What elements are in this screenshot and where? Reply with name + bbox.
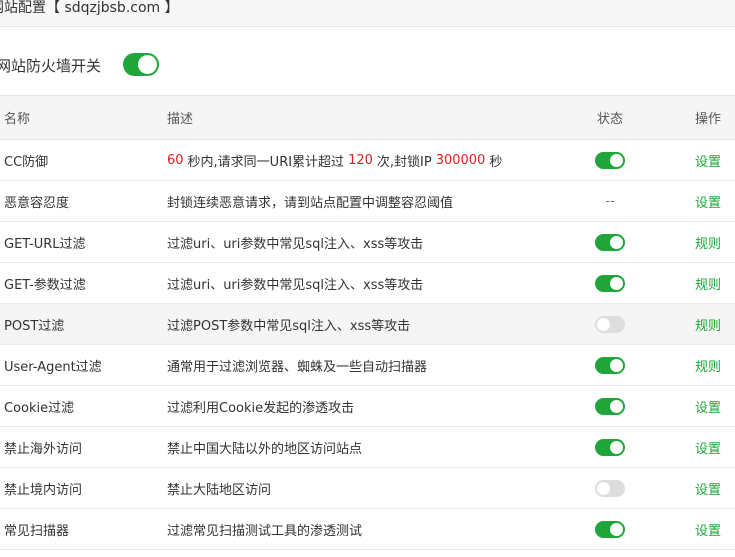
firewall-master-label: 网站防火墙开关	[0, 56, 102, 75]
cc-text: 秒内,请求同一URI累计超过	[187, 154, 345, 170]
rule-toggle[interactable]	[595, 438, 625, 456]
table-row: POST过滤 过滤POST参数中常见sql注入、xss等攻击 规则	[0, 304, 735, 345]
rule-name: 禁止境内访问	[4, 482, 83, 498]
toggle-knob	[610, 522, 623, 536]
rule-name: 禁止海外访问	[4, 441, 83, 457]
rule-state	[594, 140, 626, 180]
rule-state	[594, 263, 626, 303]
rule-toggle[interactable]	[595, 520, 625, 538]
rule-toggle[interactable]	[595, 274, 625, 292]
cc-text: 秒	[489, 154, 503, 170]
rule-state	[594, 386, 626, 426]
settings-link[interactable]: 设置	[695, 140, 721, 180]
rule-name: 恶意容忍度	[4, 195, 70, 211]
rules-link[interactable]: 规则	[695, 345, 721, 385]
rule-state	[594, 304, 626, 344]
toggle-knob	[597, 317, 610, 331]
toggle-knob	[138, 55, 157, 74]
column-header-op: 操作	[695, 112, 722, 127]
table-row: 恶意容忍度 封锁连续恶意请求，请到站点配置中调整容忍阈值 -- 设置	[0, 181, 735, 222]
rule-name: CC防御	[4, 154, 49, 170]
table-header: 名称 描述 状态 操作	[0, 96, 735, 140]
rule-toggle[interactable]	[595, 397, 625, 415]
rules-link[interactable]: 规则	[695, 304, 721, 344]
settings-link[interactable]: 设置	[695, 468, 721, 508]
rule-state	[594, 222, 626, 262]
rule-description: 60 秒内,请求同一URI累计超过 120 次,封锁IP 300000 秒	[167, 140, 502, 180]
rule-description: 过滤POST参数中常见sql注入、xss等攻击	[167, 318, 411, 334]
rule-description: 过滤uri、uri参数中常见sql注入、xss等攻击	[167, 236, 424, 252]
column-header-name: 名称	[4, 112, 31, 127]
table-row: 常见扫描器 过滤常见扫描测试工具的渗透测试 设置	[0, 509, 735, 550]
rules-link[interactable]: 规则	[695, 263, 721, 303]
rule-toggle[interactable]	[595, 479, 625, 497]
rule-description: 过滤uri、uri参数中常见sql注入、xss等攻击	[167, 277, 424, 293]
cc-value: 300000	[435, 152, 486, 168]
cc-value: 60	[167, 152, 184, 168]
rule-name: GET-参数过滤	[4, 277, 86, 293]
rule-state	[594, 345, 626, 385]
settings-link[interactable]: 设置	[695, 427, 721, 467]
table-row: CC防御 60 秒内,请求同一URI累计超过 120 次,封锁IP 300000 秒 设置	[0, 140, 735, 181]
rule-name: GET-URL过滤	[4, 236, 86, 252]
toggle-knob	[610, 276, 623, 290]
column-header-state: 状态	[596, 112, 623, 127]
title-bar: 网站配置【 sdqzjbsb.com 】	[0, 0, 735, 27]
rules-link[interactable]: 规则	[695, 222, 721, 262]
rule-toggle[interactable]	[595, 151, 625, 169]
rule-toggle[interactable]	[595, 356, 625, 374]
rule-name: User-Agent过滤	[4, 359, 102, 375]
rule-description: 禁止中国大陆以外的地区访问站点	[167, 441, 363, 457]
toggle-knob	[610, 358, 623, 372]
rule-name: Cookie过滤	[4, 400, 75, 416]
table-row: User-Agent过滤 通常用于过滤浏览器、蜘蛛及一些自动扫描器 规则	[0, 345, 735, 386]
settings-link[interactable]: 设置	[695, 386, 721, 426]
rule-state	[594, 427, 626, 467]
column-header-desc: 描述	[167, 112, 194, 127]
toggle-knob	[610, 440, 623, 454]
cc-text: 次,封锁IP	[376, 154, 432, 170]
rule-name: 常见扫描器	[4, 523, 70, 539]
toggle-knob	[597, 481, 610, 495]
cc-value: 120	[348, 152, 373, 168]
table-row: Cookie过滤 过滤利用Cookie发起的渗透攻击 设置	[0, 386, 735, 427]
rule-description: 通常用于过滤浏览器、蜘蛛及一些自动扫描器	[167, 359, 428, 375]
rule-description: 过滤利用Cookie发起的渗透攻击	[167, 400, 355, 416]
settings-link[interactable]: 设置	[695, 509, 721, 549]
rule-state: --	[594, 181, 626, 221]
rule-name: POST过滤	[4, 318, 65, 334]
table-row: GET-URL过滤 过滤uri、uri参数中常见sql注入、xss等攻击 规则	[0, 222, 735, 263]
rule-description: 封锁连续恶意请求，请到站点配置中调整容忍阈值	[167, 195, 454, 211]
settings-link[interactable]: 设置	[695, 181, 721, 221]
rules-table: 名称 描述 状态 操作 CC防御 60 秒内,请求同一URI累计超过 120 次,封锁I…	[0, 95, 735, 550]
rule-toggle[interactable]	[595, 233, 625, 251]
toggle-knob	[610, 399, 623, 413]
window-title: 网站配置【 sdqzjbsb.com 】	[0, 0, 179, 16]
firewall-master-row: 网站防火墙开关	[0, 52, 101, 78]
rule-state	[594, 468, 626, 508]
rule-state	[594, 509, 626, 549]
toggle-knob	[610, 235, 623, 249]
firewall-master-toggle[interactable]	[123, 53, 159, 76]
table-row: GET-参数过滤 过滤uri、uri参数中常见sql注入、xss等攻击 规则	[0, 263, 735, 304]
table-row: 禁止海外访问 禁止中国大陆以外的地区访问站点 设置	[0, 427, 735, 468]
rule-description: 禁止大陆地区访问	[167, 482, 272, 498]
state-placeholder: --	[605, 193, 615, 209]
rule-toggle[interactable]	[595, 315, 625, 333]
table-row: 禁止境内访问 禁止大陆地区访问 设置	[0, 468, 735, 509]
rule-description: 过滤常见扫描测试工具的渗透测试	[167, 523, 363, 539]
toggle-knob	[610, 153, 623, 167]
table-body: CC防御 60 秒内,请求同一URI累计超过 120 次,封锁IP 300000 秒设置 恶意…	[0, 140, 735, 550]
